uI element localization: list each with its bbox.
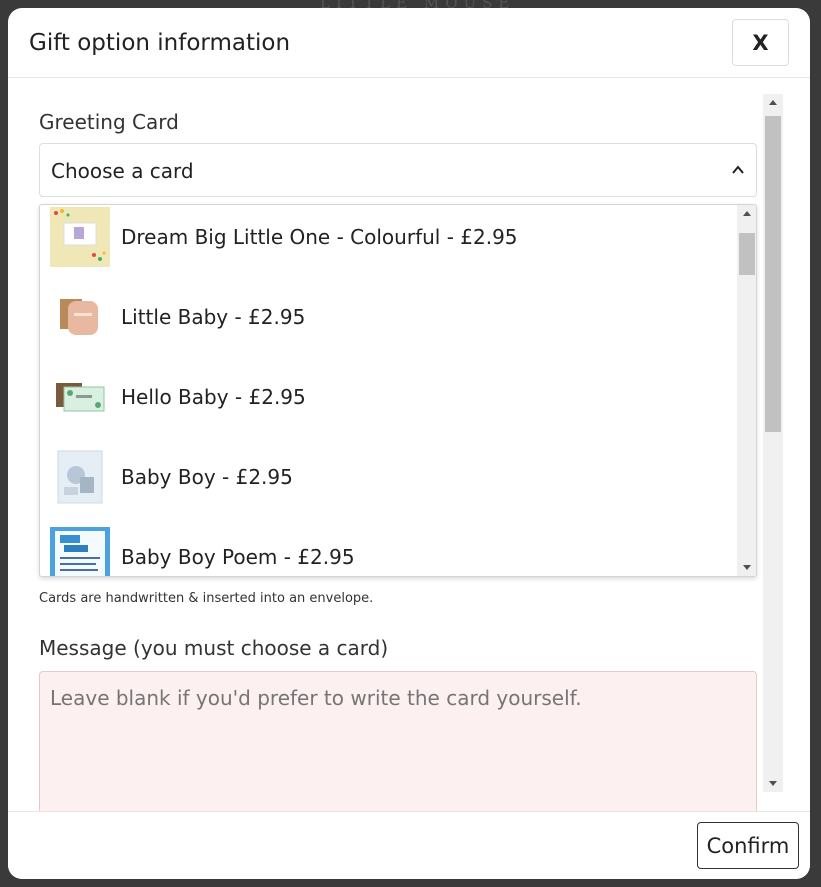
card-option[interactable]: Baby Boy - £2.95 [40, 445, 738, 525]
card-option[interactable]: Little Baby - £2.95 [40, 285, 738, 365]
modal-footer: Confirm [8, 811, 810, 879]
card-option-label: Hello Baby - £2.95 [121, 385, 306, 409]
scroll-up-arrow-icon[interactable] [769, 100, 777, 105]
modal-body: Greeting Card Choose a card Dream Big Li… [8, 78, 810, 811]
modal-body-scrollbar-thumb[interactable] [765, 116, 781, 432]
greeting-card-dropdown: Dream Big Little One - Colourful - £2.95… [39, 204, 757, 577]
chevron-up-icon [732, 165, 744, 174]
hello-baby-card-thumbnail [50, 367, 110, 427]
greeting-card-label: Greeting Card [39, 110, 179, 134]
greeting-card-select[interactable]: Choose a card [39, 143, 757, 197]
scroll-down-arrow-icon[interactable] [769, 781, 777, 786]
card-option[interactable]: Hello Baby - £2.95 [40, 365, 738, 445]
modal-header: Gift option information X [8, 8, 810, 78]
card-option-label: Dream Big Little One - Colourful - £2.95 [121, 225, 518, 249]
close-button[interactable]: X [732, 19, 789, 66]
baby-boy-card-thumbnail [50, 447, 110, 507]
baby-boy-poem-card-thumbnail [50, 527, 110, 576]
card-helper-text: Cards are handwritten & inserted into an… [39, 591, 374, 606]
dream-big-card-thumbnail [50, 207, 110, 267]
gift-option-modal: Gift option information X Greeting Card … [8, 8, 810, 879]
scroll-down-arrow-icon[interactable] [743, 565, 751, 570]
card-option-label: Little Baby - £2.95 [121, 305, 306, 329]
message-label: Message (you must choose a card) [39, 636, 389, 660]
modal-body-scrollbar[interactable] [763, 94, 783, 792]
card-option-label: Baby Boy Poem - £2.95 [121, 545, 355, 569]
card-option-label: Baby Boy - £2.95 [121, 465, 293, 489]
dropdown-scrollbar[interactable] [737, 205, 756, 576]
dropdown-scrollbar-thumb[interactable] [739, 233, 755, 275]
card-option[interactable]: Dream Big Little One - Colourful - £2.95 [40, 205, 738, 285]
scroll-up-arrow-icon[interactable] [743, 211, 751, 216]
modal-title: Gift option information [29, 30, 291, 56]
greeting-card-selected-value: Choose a card [51, 159, 194, 183]
little-baby-card-thumbnail [50, 287, 110, 347]
card-option[interactable]: Baby Boy Poem - £2.95 [40, 525, 738, 576]
message-textarea[interactable] [39, 671, 757, 811]
confirm-button[interactable]: Confirm [697, 822, 799, 869]
